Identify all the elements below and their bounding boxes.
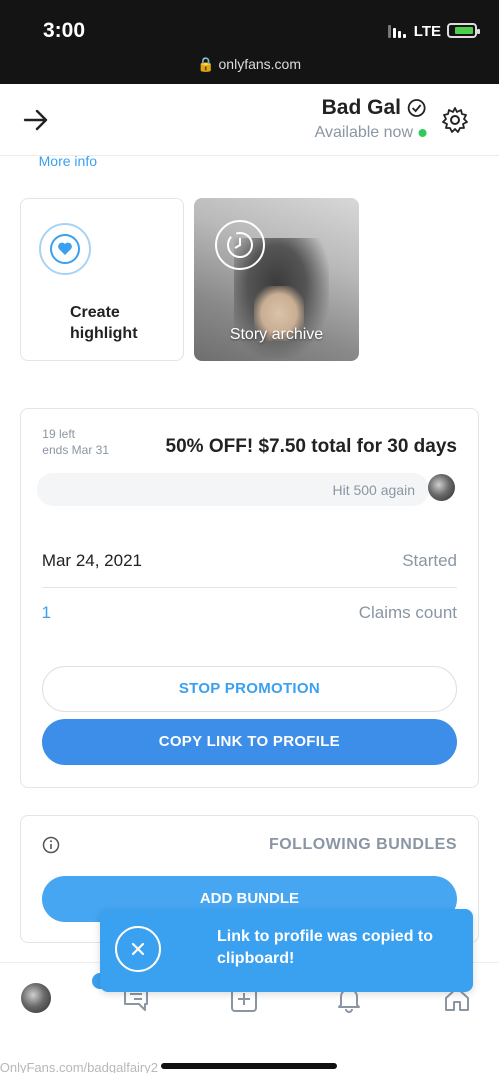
copy-link-label: COPY LINK TO PROFILE [158, 733, 341, 750]
clock-icon [215, 220, 265, 270]
promotion-message-text: Hit 500 again [332, 482, 415, 498]
home-indicator [161, 1063, 337, 1069]
presence-row: Available now [315, 124, 427, 142]
highlight-heart-icon [39, 223, 91, 275]
divider [42, 587, 457, 588]
clock-time: 3:00 [42, 19, 86, 42]
profile-name-row[interactable]: Bad Gal [322, 96, 427, 120]
chat-header [0, 84, 499, 156]
started-label: Started [402, 551, 457, 570]
gear-icon[interactable] [441, 106, 469, 134]
status-bar: LTE 3:00 🔒 onlyfans.com [0, 0, 499, 84]
avatar [428, 474, 455, 501]
promotion-end-date: ends Mar 31 [42, 443, 109, 457]
close-icon[interactable] [115, 926, 161, 972]
bundles-title: FOLLOWING BUNDLES [268, 836, 457, 853]
toast-message: Link to profile was copied to clipboard! [217, 928, 434, 967]
avatar[interactable] [21, 983, 51, 1013]
profile-name: Bad Gal [321, 96, 401, 119]
address-bar[interactable]: 🔒 onlyfans.com [0, 56, 499, 73]
mirrored-page: LTE 3:00 🔒 onlyfans.com Bad Gal Availabl… [0, 0, 499, 1079]
story-archive-label: Story archive [229, 326, 324, 343]
more-info-link[interactable]: More info [39, 153, 97, 169]
stop-promotion-button[interactable]: STOP PROMOTION [42, 666, 457, 712]
info-icon[interactable] [42, 836, 60, 854]
claims-label: Claims count [358, 603, 457, 622]
stop-promotion-label: STOP PROMOTION [178, 680, 321, 697]
back-arrow-icon[interactable] [23, 108, 49, 132]
url-text: 🔒 onlyfans.com [197, 56, 302, 72]
battery-icon [447, 23, 480, 38]
story-archive-card[interactable]: Story archive [194, 198, 359, 361]
started-value: Mar 24, 2021 [42, 551, 143, 570]
claims-value: 1 [42, 603, 52, 622]
online-indicator [419, 129, 427, 137]
lock-icon: 🔒 [197, 56, 216, 72]
copy-link-button[interactable]: COPY LINK TO PROFILE [42, 719, 457, 765]
network-label: LTE [413, 23, 441, 40]
presence-text: Available now [314, 124, 413, 141]
promotion-title: 50% OFF! $7.50 total for 30 days [165, 436, 457, 457]
create-highlight-label: Create highlight [70, 304, 138, 342]
promotion-remaining: 19 left [42, 427, 75, 441]
verified-icon [408, 99, 426, 117]
